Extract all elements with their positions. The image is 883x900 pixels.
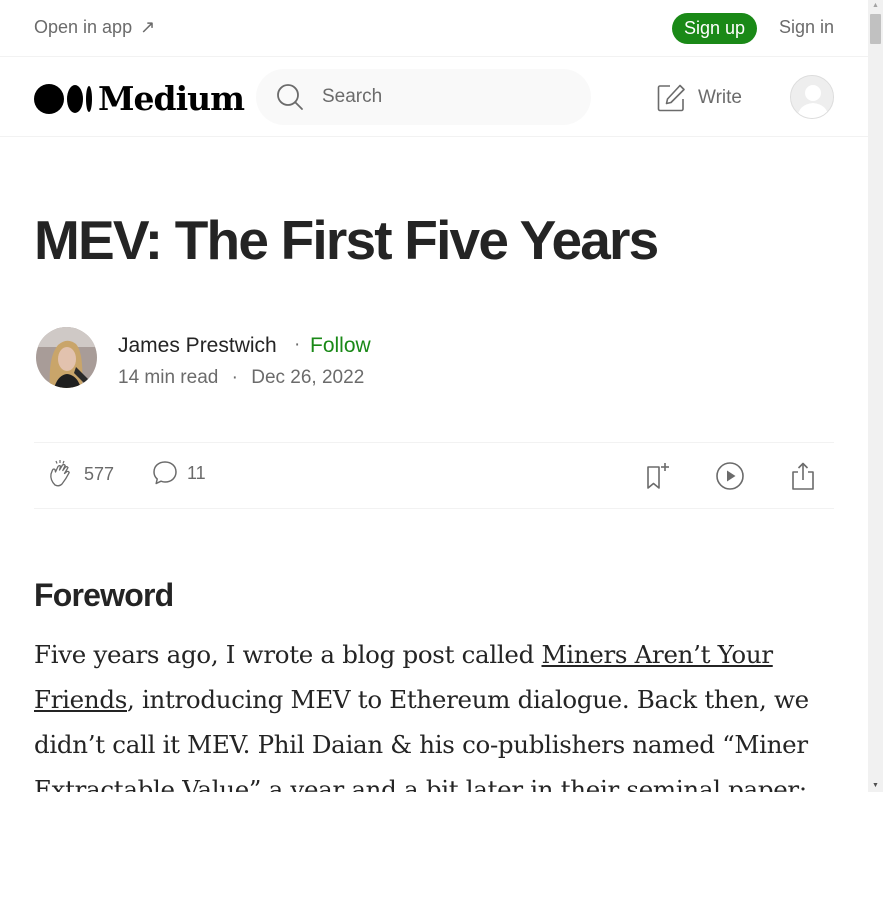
bookmark-add-icon[interactable]: [642, 461, 672, 491]
publish-date: Dec 26, 2022: [251, 367, 365, 388]
listen-play-icon[interactable]: [715, 461, 745, 491]
read-time: 14 min read: [118, 367, 219, 388]
search-bar[interactable]: [256, 69, 591, 125]
user-avatar-button[interactable]: [790, 75, 834, 119]
medium-logo[interactable]: Medium: [34, 79, 245, 118]
clap-count: 577: [84, 463, 115, 484]
article-meta: 14 min read · Dec 26, 2022: [118, 367, 364, 389]
top-bar: Open in app ↗ Sign up Sign in: [0, 0, 868, 57]
medium-logo-mark-icon: [34, 83, 92, 114]
vertical-scrollbar[interactable]: ▲ ▼: [868, 0, 883, 792]
share-icon[interactable]: [788, 461, 818, 491]
meta-separator: ·: [231, 367, 238, 388]
paragraph-text-rest: , introducing MEV to Ethereum dialogue. …: [34, 685, 809, 792]
section-heading: Foreword: [34, 577, 174, 613]
author-row: James Prestwich · Follow 14 min read · D…: [36, 327, 834, 389]
write-icon: [657, 84, 685, 112]
clap-button[interactable]: 577: [46, 459, 114, 489]
open-in-app-link[interactable]: Open in app ↗: [34, 17, 155, 38]
response-count: 11: [187, 462, 206, 483]
arrow-up-right-icon: ↗: [140, 17, 156, 37]
write-button[interactable]: Write: [656, 83, 742, 113]
author-name-link[interactable]: James Prestwich: [118, 334, 277, 358]
author-separator: ·: [294, 334, 301, 355]
sign-up-button[interactable]: Sign up: [672, 13, 757, 44]
page-viewport: Open in app ↗ Sign up Sign in Medium W: [0, 0, 868, 792]
scroll-down-arrow-icon[interactable]: ▼: [868, 780, 883, 792]
search-icon: [277, 84, 303, 110]
medium-logo-text: Medium: [98, 79, 245, 118]
search-input[interactable]: [322, 86, 542, 108]
follow-button[interactable]: Follow: [310, 334, 371, 358]
site-header: Medium Write: [0, 57, 868, 137]
open-in-app-label: Open in app: [34, 17, 133, 37]
author-avatar[interactable]: [36, 327, 97, 388]
sign-in-link[interactable]: Sign in: [779, 17, 834, 38]
author-photo-image: [36, 327, 97, 388]
article-title: MEV: The First Five Years: [34, 209, 659, 271]
article-action-bar: 577 11: [34, 442, 834, 509]
scrollbar-thumb[interactable]: [870, 14, 881, 44]
write-label: Write: [698, 87, 742, 108]
paragraph-text-start: Five years ago, I wrote a blog post call…: [34, 640, 542, 669]
scroll-up-arrow-icon[interactable]: ▲: [868, 0, 883, 12]
responses-button[interactable]: 11: [151, 459, 206, 487]
comment-icon: [153, 461, 177, 485]
avatar-icon: [791, 76, 833, 118]
clap-icon: [50, 460, 70, 487]
article-paragraph: Five years ago, I wrote a blog post call…: [34, 632, 834, 792]
